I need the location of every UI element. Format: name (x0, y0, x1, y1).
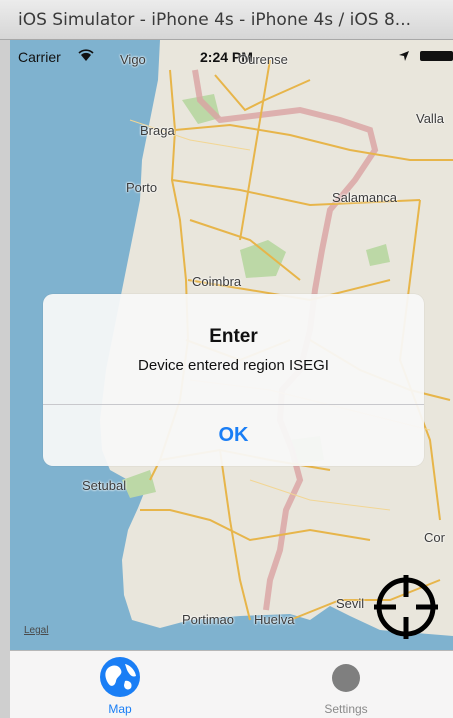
map-label-cordoba: Cor (424, 530, 445, 545)
map-label-coimbra: Coimbra (192, 274, 242, 289)
map-label-portimao: Portimao (182, 612, 235, 627)
tab-map[interactable]: Map (60, 651, 180, 718)
iphone-screen: Carrier 2:24 PM Vigo Ourense Braga Porto… (10, 40, 453, 718)
tab-settings[interactable]: Settings (286, 651, 406, 718)
circle-icon (332, 664, 360, 692)
map-label-valladolid: Valla (416, 111, 444, 126)
map-label-vigo: Vigo (120, 52, 146, 67)
map-label-porto: Porto (126, 180, 158, 195)
map-label-setubal: Setubal (82, 478, 127, 493)
carrier-label: Carrier (18, 49, 61, 65)
map-label-huelva: Huelva (254, 612, 295, 627)
alert-title: Enter (209, 326, 258, 347)
legal-link[interactable]: Legal (24, 625, 48, 636)
map-label-salamanca: Salamanca (332, 190, 398, 205)
alert-message: Device entered region ISEGI (138, 357, 329, 374)
tab-bar: Map Settings (10, 650, 453, 718)
alert-ok-button[interactable]: OK (43, 405, 424, 466)
crosshair-icon[interactable] (374, 575, 438, 639)
tab-settings-label: Settings (324, 702, 368, 716)
tab-map-label: Map (108, 702, 132, 716)
map-label-ourense: Ourense (238, 52, 288, 67)
battery-icon (420, 51, 453, 61)
globe-icon (99, 656, 141, 698)
region-alert-dialog: Enter Device entered region ISEGI OK (43, 294, 424, 466)
simulator-window-title: iOS Simulator - iPhone 4s - iPhone 4s / … (0, 0, 453, 40)
map-label-braga: Braga (140, 123, 175, 138)
map-label-sevilla: Sevil (336, 596, 365, 611)
status-bar: Carrier 2:24 PM (10, 40, 453, 74)
